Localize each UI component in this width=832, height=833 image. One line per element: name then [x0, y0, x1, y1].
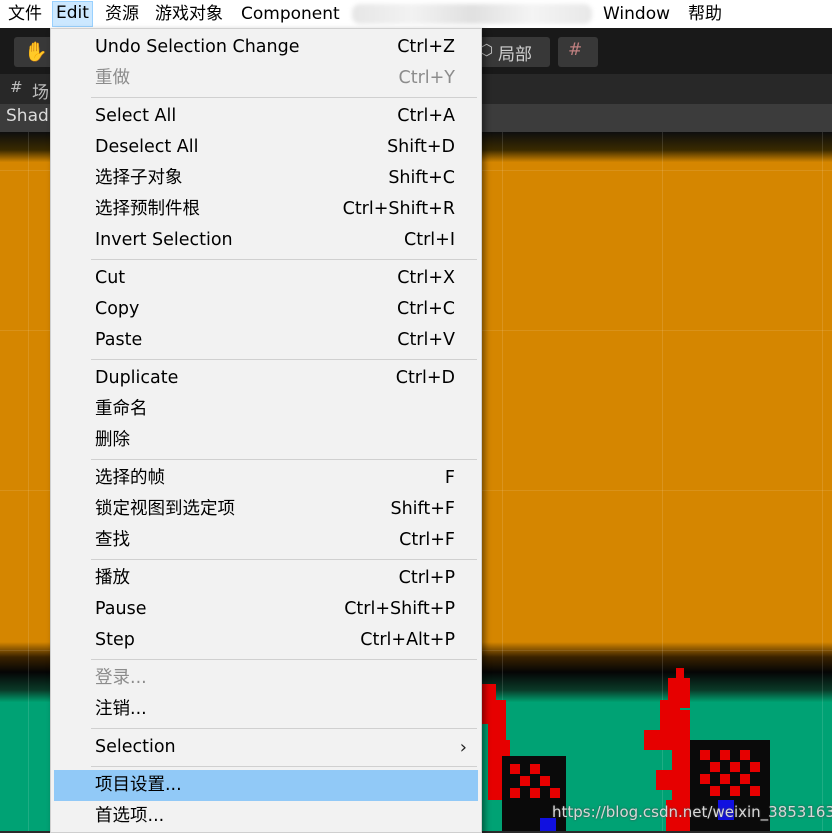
menu-item-label: 选择预制件根	[95, 199, 200, 219]
menu-gameobject[interactable]: 游戏对象	[155, 2, 223, 26]
menu-item-sign-out[interactable]: 注销...	[51, 694, 481, 725]
menu-item-shortcut: Ctrl+Alt+P	[360, 630, 455, 650]
menu-separator	[91, 559, 477, 560]
menu-item-label: 删除	[95, 430, 130, 450]
menu-item-label: Invert Selection	[95, 230, 233, 250]
menu-item-label: 播放	[95, 568, 130, 588]
local-pivot-button[interactable]: ⬡ 局部	[470, 37, 550, 67]
grid-line	[28, 132, 29, 831]
menu-item-label: 选择的帧	[95, 468, 165, 488]
menu-item-project-settings[interactable]: 项目设置...	[54, 770, 478, 801]
menu-item-select-prefab-root[interactable]: 选择预制件根 Ctrl+Shift+R	[51, 194, 481, 225]
menu-item-paste[interactable]: Paste Ctrl+V	[51, 325, 481, 356]
menu-separator	[91, 766, 477, 767]
local-label: 局部	[498, 45, 532, 65]
menu-item-label: 重命名	[95, 399, 148, 419]
menu-assets[interactable]: 资源	[105, 2, 139, 26]
menu-item-label: Undo Selection Change	[95, 37, 300, 57]
menu-item-label: Cut	[95, 268, 126, 288]
hand-tool-button[interactable]: ✋	[14, 37, 54, 67]
menu-item-label: 登录...	[95, 668, 147, 688]
menu-item-select-all[interactable]: Select All Ctrl+A	[51, 101, 481, 132]
menu-item-shortcut: Shift+F	[390, 499, 455, 519]
menu-item-selection[interactable]: Selection ›	[51, 732, 481, 763]
grid-snap-icon: #	[568, 40, 583, 60]
menu-item-find[interactable]: 查找 Ctrl+F	[51, 525, 481, 556]
menu-item-play[interactable]: 播放 Ctrl+P	[51, 563, 481, 594]
menu-item-label: Duplicate	[95, 368, 179, 388]
chevron-right-icon: ›	[459, 737, 467, 758]
menu-item-shortcut: Ctrl+P	[398, 568, 455, 588]
menu-item-label: Paste	[95, 330, 143, 350]
menu-item-rename[interactable]: 重命名	[51, 394, 481, 425]
menu-item-label: 首选项...	[95, 806, 165, 826]
menu-separator	[91, 97, 477, 98]
menu-item-label: 锁定视图到选定项	[95, 499, 235, 519]
menu-item-preferences[interactable]: 首选项...	[51, 801, 481, 832]
menu-item-label: 项目设置...	[95, 775, 182, 795]
menu-item-frame-selected[interactable]: 选择的帧 F	[51, 463, 481, 494]
watermark: https://blog.csdn.net/weixin_38531633	[552, 803, 832, 821]
menu-item-shortcut: Ctrl+A	[397, 106, 455, 126]
menu-item-sign-in[interactable]: 登录...	[51, 663, 481, 694]
menu-separator	[91, 728, 477, 729]
menu-item-label: Selection	[95, 737, 176, 757]
menu-item-shortcut: Shift+D	[387, 137, 455, 157]
menu-item-deselect-all[interactable]: Deselect All Shift+D	[51, 132, 481, 163]
menu-item-shortcut: Ctrl+Z	[397, 37, 455, 57]
menu-item-label: Copy	[95, 299, 140, 319]
menu-item-pause[interactable]: Pause Ctrl+Shift+P	[51, 594, 481, 625]
menu-item-label: 重做	[95, 68, 130, 88]
menu-component[interactable]: Component	[241, 2, 340, 26]
menu-item-shortcut: F	[444, 468, 455, 488]
grid-snap-button[interactable]: #	[558, 37, 598, 67]
menu-item-label: Select All	[95, 106, 177, 126]
menu-item-shortcut: Ctrl+I	[404, 230, 455, 250]
menu-help[interactable]: 帮助	[688, 2, 722, 26]
menu-separator	[91, 659, 477, 660]
menu-item-duplicate[interactable]: Duplicate Ctrl+D	[51, 363, 481, 394]
menu-item-label: Step	[95, 630, 135, 650]
menu-item-shortcut: Ctrl+Y	[398, 68, 456, 88]
menu-item-shortcut: Ctrl+Shift+P	[344, 599, 455, 619]
menu-item-shortcut: Ctrl+C	[396, 299, 455, 319]
menu-item-label: 注销...	[95, 699, 147, 719]
menu-edit[interactable]: Edit	[52, 1, 93, 27]
menu-item-label: 选择子对象	[95, 168, 183, 188]
scene-tab-icon: #	[10, 78, 23, 96]
menu-item-undo[interactable]: Undo Selection Change Ctrl+Z	[51, 32, 481, 63]
redacted-menu-area	[352, 4, 592, 24]
menu-separator	[91, 359, 477, 360]
menu-item-label: Pause	[95, 599, 147, 619]
menu-item-copy[interactable]: Copy Ctrl+C	[51, 294, 481, 325]
menu-file[interactable]: 文件	[8, 2, 42, 26]
menu-window[interactable]: Window	[603, 2, 670, 26]
menu-item-lock-view[interactable]: 锁定视图到选定项 Shift+F	[51, 494, 481, 525]
menubar: 文件 Edit 资源 游戏对象 Component Window 帮助	[0, 0, 832, 28]
menu-item-delete[interactable]: 删除	[51, 425, 481, 456]
shading-mode-dropdown[interactable]: Shad	[6, 106, 49, 126]
menu-item-redo[interactable]: 重做 Ctrl+Y	[51, 63, 481, 94]
tab-scene[interactable]: 场	[32, 78, 49, 103]
menu-separator	[91, 259, 477, 260]
edit-menu-dropdown: Undo Selection Change Ctrl+Z 重做 Ctrl+Y S…	[50, 28, 482, 833]
hand-icon: ✋	[24, 41, 48, 63]
menu-item-cut[interactable]: Cut Ctrl+X	[51, 263, 481, 294]
menu-item-select-children[interactable]: 选择子对象 Shift+C	[51, 163, 481, 194]
menu-item-shortcut: Ctrl+F	[399, 530, 455, 550]
menu-item-shortcut: Ctrl+Shift+R	[342, 199, 455, 219]
menu-item-label: 查找	[95, 530, 130, 550]
menu-item-shortcut: Ctrl+D	[395, 368, 455, 388]
menu-item-invert-selection[interactable]: Invert Selection Ctrl+I	[51, 225, 481, 256]
menu-item-shortcut: Ctrl+V	[397, 330, 455, 350]
menu-item-step[interactable]: Step Ctrl+Alt+P	[51, 625, 481, 656]
menu-item-label: Deselect All	[95, 137, 199, 157]
menu-item-shortcut: Ctrl+X	[397, 268, 455, 288]
menu-separator	[91, 459, 477, 460]
menu-item-shortcut: Shift+C	[388, 168, 455, 188]
grid-line	[822, 132, 823, 831]
